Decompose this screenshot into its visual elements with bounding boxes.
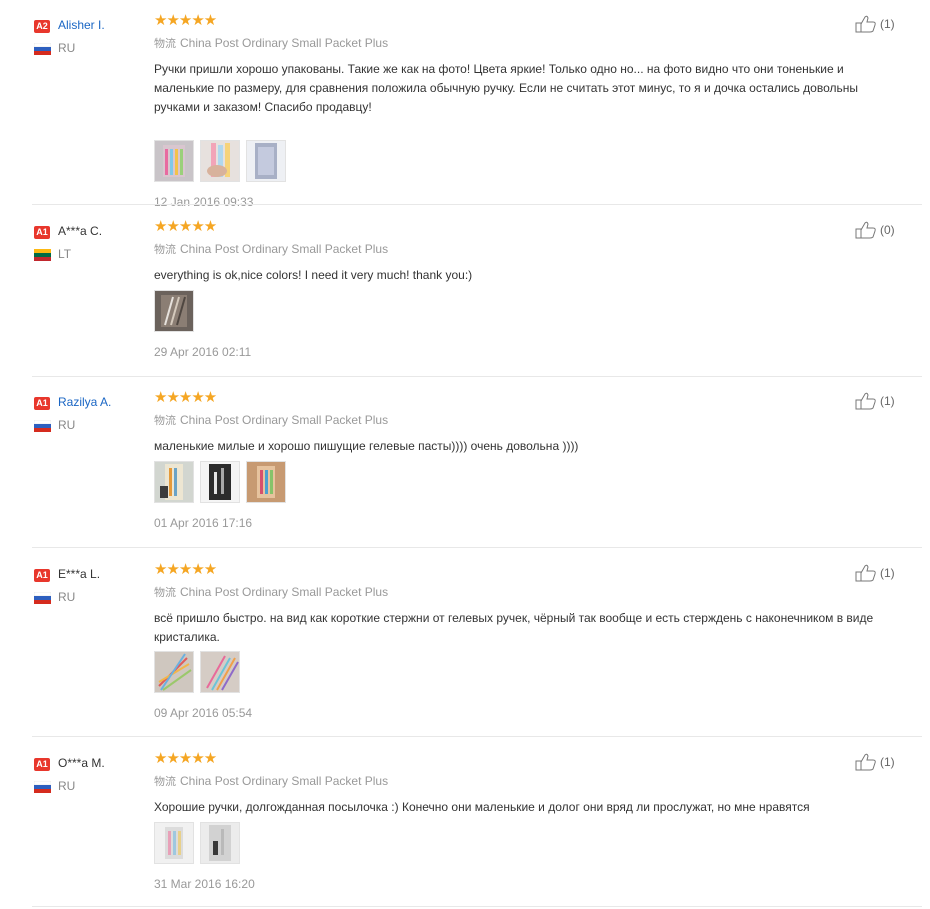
star-rating: ★★★★★ xyxy=(154,12,217,29)
review-photo-thumbnail[interactable] xyxy=(246,461,286,503)
helpful-count: (0) xyxy=(880,223,895,237)
review-photo-thumbnail[interactable] xyxy=(154,651,194,693)
review-photo-thumbnail[interactable] xyxy=(200,140,240,182)
country-flag-icon xyxy=(34,249,51,261)
logistics-info: 物流 China Post Ordinary Small Packet Plus xyxy=(154,584,388,600)
helpful-count: (1) xyxy=(880,566,895,580)
review-date: 31 Mar 2016 16:20 xyxy=(154,877,255,891)
reviewer-country: LT xyxy=(58,247,72,261)
star-rating: ★★★★★ xyxy=(154,389,217,406)
logistics-label: 物流 xyxy=(154,243,176,256)
star-rating: ★★★★★ xyxy=(154,561,217,578)
reviewer-name[interactable]: Razilya A. xyxy=(58,395,111,409)
thumbs-up-icon[interactable] xyxy=(855,15,877,33)
review-date: 01 Apr 2016 17:16 xyxy=(154,516,253,530)
review-date: 12 Jan 2016 09:33 xyxy=(154,195,254,209)
review-text: Ручки пришли хорошо упакованы. Такие же … xyxy=(154,62,859,114)
review-divider xyxy=(32,376,922,377)
review-divider xyxy=(32,547,922,548)
review-text: всё пришло быстро. на вид как короткие с… xyxy=(154,611,874,644)
logistics-label: 物流 xyxy=(154,775,176,788)
review-photo-thumbnail[interactable] xyxy=(200,822,240,864)
country-flag-icon xyxy=(34,781,51,793)
helpful-count: (1) xyxy=(880,17,895,31)
feedback-list: A2 Alisher I. RU ★★★★★ 物流 China Post Ordinary… xyxy=(0,0,930,909)
reviewer-name: O***a M. xyxy=(58,756,105,770)
reviewer-country: RU xyxy=(58,779,76,793)
star-rating: ★★★★★ xyxy=(154,750,217,767)
country-flag-icon xyxy=(34,43,51,55)
buyer-level-badge: A1 xyxy=(34,758,50,771)
buyer-level-badge: A1 xyxy=(34,569,50,582)
logistics-info: 物流 China Post Ordinary Small Packet Plus xyxy=(154,412,388,428)
helpful-count: (1) xyxy=(880,755,895,769)
reviewer-name: A***a C. xyxy=(58,224,103,238)
buyer-level-badge: A2 xyxy=(34,20,50,33)
reviewer-country: RU xyxy=(58,590,76,604)
reviewer-country: RU xyxy=(58,418,76,432)
thumbs-up-icon[interactable] xyxy=(855,753,877,771)
review-photo-thumbnail[interactable] xyxy=(200,461,240,503)
reviewer-name[interactable]: Alisher I. xyxy=(58,18,105,32)
review-text: everything is ok,nice colors! I need it … xyxy=(154,268,473,282)
logistics-method: China Post Ordinary Small Packet Plus xyxy=(180,242,389,256)
logistics-label: 物流 xyxy=(154,37,176,50)
logistics-info: 物流 China Post Ordinary Small Packet Plus xyxy=(154,35,388,51)
logistics-method: China Post Ordinary Small Packet Plus xyxy=(180,36,389,50)
country-flag-icon xyxy=(34,592,51,604)
review-photo-thumbnail[interactable] xyxy=(154,461,194,503)
review-divider xyxy=(32,906,922,907)
review-divider xyxy=(32,736,922,737)
reviewer-name: E***a L. xyxy=(58,567,101,581)
logistics-label: 物流 xyxy=(154,414,176,427)
review-text: Хорошие ручки, долгожданная посылочка :)… xyxy=(154,800,810,814)
review-text: маленькие милые и хорошо пишущие гелевые… xyxy=(154,439,579,453)
review-photo-thumbnail[interactable] xyxy=(154,290,194,332)
thumbs-up-icon[interactable] xyxy=(855,392,877,410)
review-photo-thumbnail[interactable] xyxy=(200,651,240,693)
logistics-info: 物流 China Post Ordinary Small Packet Plus xyxy=(154,241,388,257)
star-rating: ★★★★★ xyxy=(154,218,217,235)
country-flag-icon xyxy=(34,420,51,432)
buyer-level-badge: A1 xyxy=(34,226,50,239)
reviewer-country: RU xyxy=(58,41,76,55)
review-photo-thumbnail[interactable] xyxy=(246,140,286,182)
logistics-method: China Post Ordinary Small Packet Plus xyxy=(180,413,389,427)
logistics-method: China Post Ordinary Small Packet Plus xyxy=(180,774,389,788)
review-divider xyxy=(32,204,922,205)
review-photo-thumbnail[interactable] xyxy=(154,140,194,182)
logistics-info: 物流 China Post Ordinary Small Packet Plus xyxy=(154,773,388,789)
helpful-count: (1) xyxy=(880,394,895,408)
review-photo-thumbnail[interactable] xyxy=(154,822,194,864)
logistics-method: China Post Ordinary Small Packet Plus xyxy=(180,585,389,599)
review-date: 09 Apr 2016 05:54 xyxy=(154,706,253,720)
thumbs-up-icon[interactable] xyxy=(855,564,877,582)
thumbs-up-icon[interactable] xyxy=(855,221,877,239)
review-date: 29 Apr 2016 02:11 xyxy=(154,345,252,359)
logistics-label: 物流 xyxy=(154,586,176,599)
buyer-level-badge: A1 xyxy=(34,397,50,410)
